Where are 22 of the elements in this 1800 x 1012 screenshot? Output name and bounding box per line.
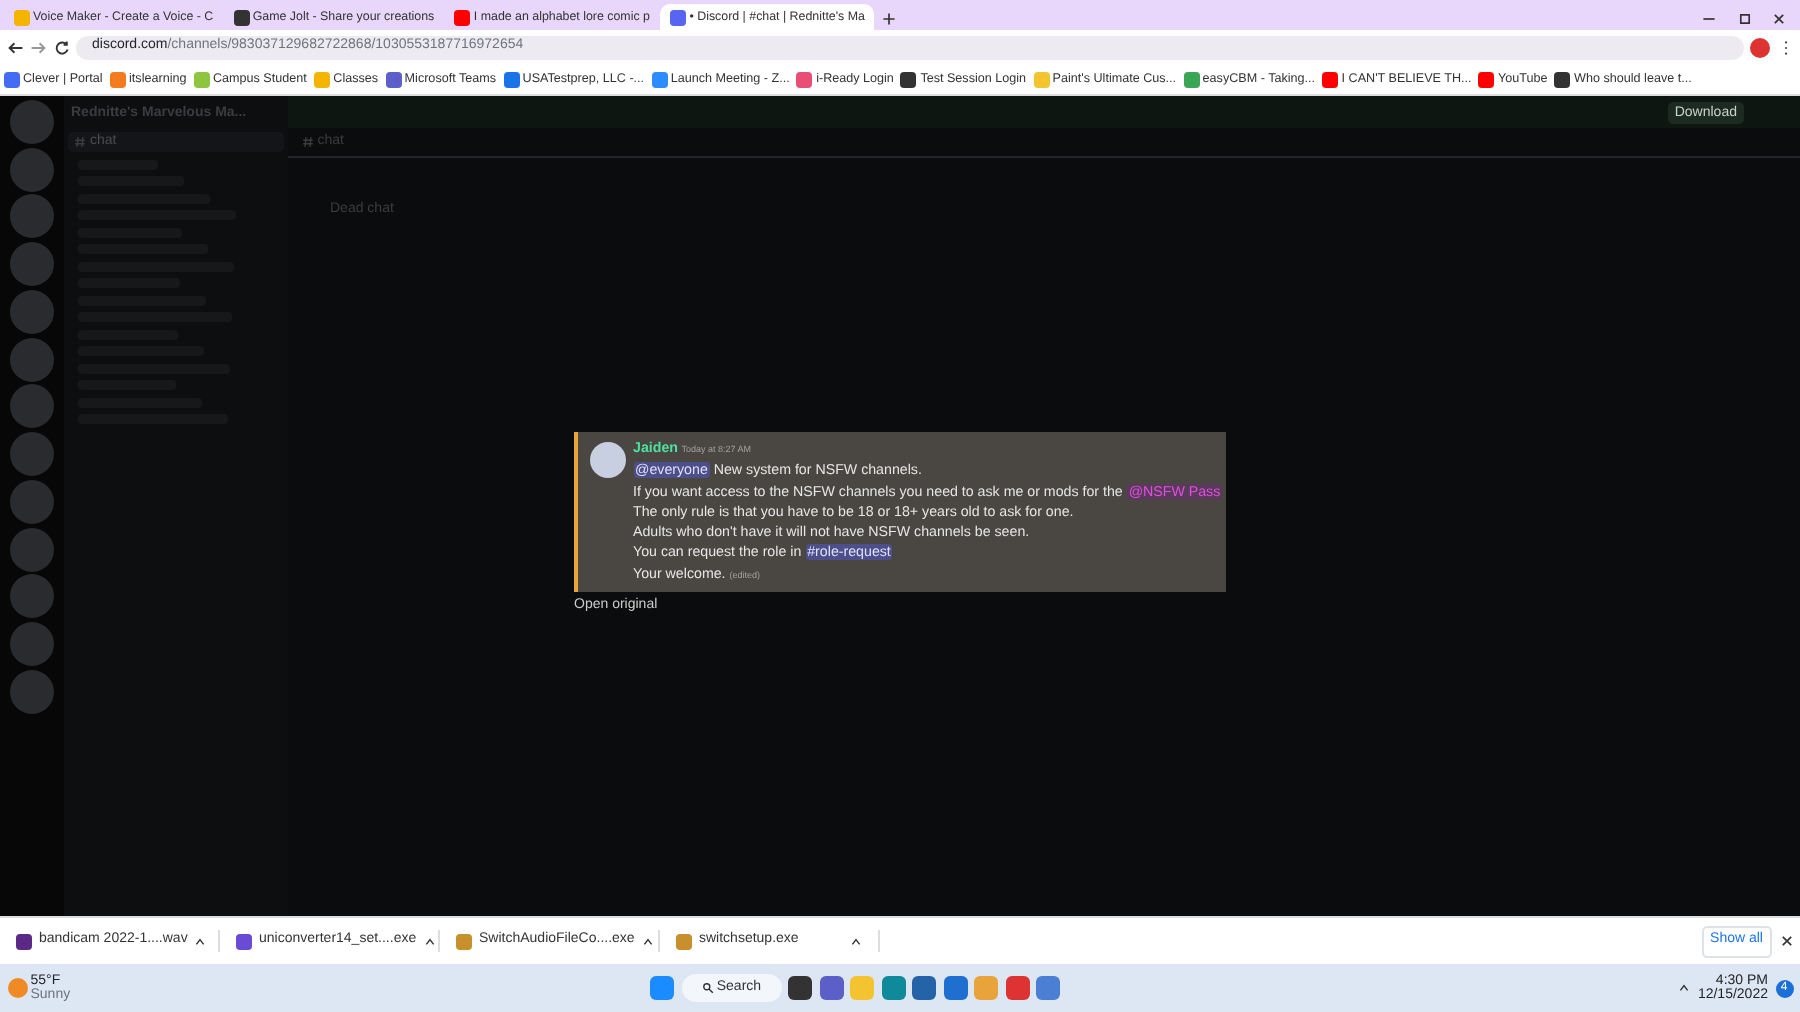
forward-icon[interactable]: [30, 39, 46, 55]
hash-icon: [302, 136, 314, 148]
hash-icon: [74, 135, 87, 148]
search-icon: [701, 982, 714, 994]
maximize-icon[interactable]: [1737, 12, 1751, 27]
chevron-up-icon[interactable]: [850, 935, 862, 947]
new-tab-icon[interactable]: [881, 12, 896, 27]
start-icon[interactable]: [650, 976, 675, 1000]
chevron-up-icon[interactable]: [423, 935, 436, 947]
chevron-up-icon[interactable]: [1678, 982, 1691, 994]
reload-icon[interactable]: [53, 39, 69, 55]
avatar-placeholder: [590, 442, 626, 478]
weather-icon: [7, 978, 27, 998]
taskbar-app-icon[interactable]: [912, 976, 937, 1000]
chevron-up-icon[interactable]: [194, 935, 207, 947]
close-icon[interactable]: [1779, 934, 1793, 948]
close-icon[interactable]: [1772, 12, 1786, 27]
chevron-up-icon[interactable]: [641, 935, 654, 947]
taskbar-app-icon[interactable]: [788, 976, 813, 1000]
profile-avatar[interactable]: [1750, 37, 1770, 57]
taskbar-app-icon[interactable]: [819, 976, 844, 1000]
back-icon[interactable]: [7, 39, 23, 55]
